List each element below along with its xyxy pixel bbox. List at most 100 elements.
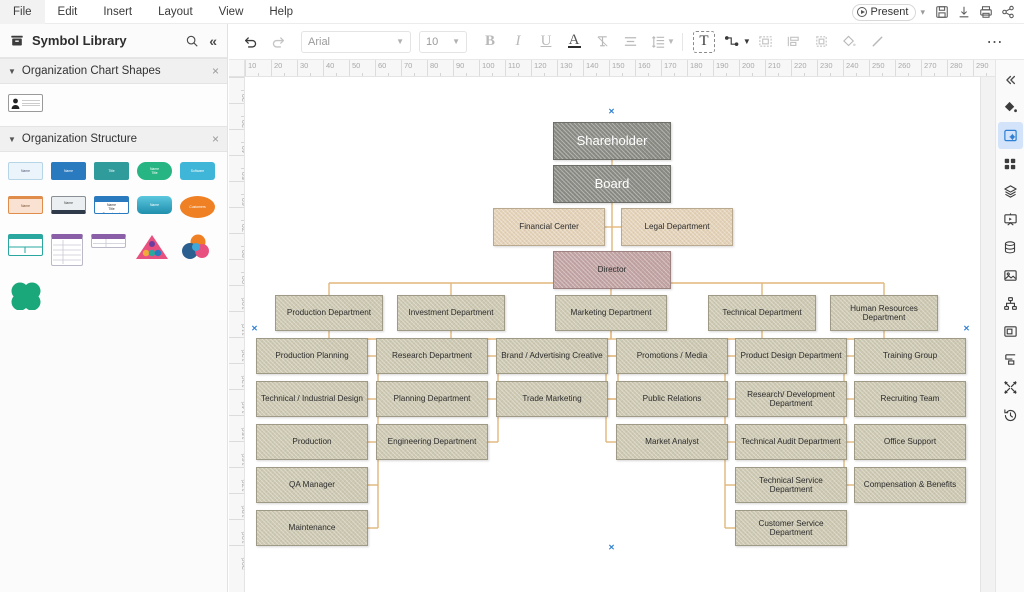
- group-icon[interactable]: [809, 29, 835, 55]
- chevron-down-icon[interactable]: ▼: [743, 37, 751, 46]
- text-box-button[interactable]: T: [692, 30, 715, 53]
- org-node-office_support[interactable]: Office Support: [854, 424, 966, 460]
- share-icon[interactable]: [998, 2, 1018, 22]
- shape-table-small[interactable]: [91, 234, 126, 248]
- org-node-technical_audit_department[interactable]: Technical Audit Department: [735, 424, 847, 460]
- redo-icon[interactable]: [265, 29, 291, 55]
- shape-settings-icon[interactable]: [997, 122, 1023, 149]
- fill-bucket-icon[interactable]: [837, 29, 863, 55]
- chevron-down-icon[interactable]: ▾: [920, 7, 925, 18]
- org-node-maintenance[interactable]: Maintenance: [256, 510, 368, 546]
- org-node-qa_manager[interactable]: QA Manager: [256, 467, 368, 503]
- org-node-financial_center[interactable]: Financial Center: [493, 208, 605, 246]
- org-node-public_relations[interactable]: Public Relations: [616, 381, 728, 417]
- horizontal-ruler[interactable]: 10 20 30 40 50 60 70 80 90 100 110 120 130 140 150 160 1…: [245, 60, 995, 77]
- shape-name-outline[interactable]: Name: [8, 162, 43, 180]
- align-icon[interactable]: [617, 29, 643, 55]
- menu-item-help[interactable]: Help: [256, 0, 306, 24]
- save-icon[interactable]: [932, 2, 952, 22]
- download-icon[interactable]: [954, 2, 974, 22]
- font-family-select[interactable]: Arial ▼: [301, 30, 411, 53]
- chevron-down-icon[interactable]: ▼: [667, 37, 675, 46]
- vertical-ruler[interactable]: 20 30 40 50 60 70 80 90 100 110 120 130 140 150 160 170…: [229, 77, 245, 592]
- section-header-org-chart-shapes[interactable]: ▼ Organization Chart Shapes ×: [0, 58, 227, 84]
- font-size-select[interactable]: 10 ▼: [419, 30, 467, 53]
- org-node-training_group[interactable]: Training Group: [854, 338, 966, 374]
- container-icon[interactable]: [998, 318, 1023, 345]
- org-node-technical_service_department[interactable]: Technical Service Department: [735, 467, 847, 503]
- history-icon[interactable]: [998, 402, 1023, 429]
- shape-table-purple[interactable]: [51, 234, 83, 266]
- section-header-org-structure[interactable]: ▼ Organization Structure ×: [0, 126, 227, 152]
- shape-title-teal[interactable]: Title: [94, 162, 129, 180]
- org-node-market_analyst[interactable]: Market Analyst: [616, 424, 728, 460]
- org-node-brand_advertising_creative[interactable]: Brand / Advertising Creative: [496, 338, 608, 374]
- font-color-button[interactable]: A: [561, 29, 587, 55]
- org-node-technical_industrial_design[interactable]: Technical / Industrial Design: [256, 381, 368, 417]
- org-node-shareholder[interactable]: Shareholder: [553, 122, 671, 160]
- selection-handle[interactable]: ✕: [251, 325, 258, 333]
- diagram-page[interactable]: Shareholder Board Financial Center Legal De…: [245, 77, 980, 592]
- shape-venn-circles[interactable]: [177, 234, 212, 260]
- org-node-production_department[interactable]: Production Department: [275, 295, 383, 331]
- org-node-recruiting_team[interactable]: Recruiting Team: [854, 381, 966, 417]
- collapse-left-icon[interactable]: «: [209, 33, 217, 49]
- org-node-engineering_department[interactable]: Engineering Department: [376, 424, 488, 460]
- grid-apps-icon[interactable]: [998, 150, 1023, 177]
- selection-handle[interactable]: ✕: [608, 108, 615, 116]
- org-node-legal_department[interactable]: Legal Department: [621, 208, 733, 246]
- clear-format-icon[interactable]: [589, 29, 615, 55]
- presentation-icon[interactable]: [998, 206, 1023, 233]
- distribute-icon[interactable]: [781, 29, 807, 55]
- image-icon[interactable]: [998, 262, 1023, 289]
- shape-table-teal[interactable]: [8, 234, 43, 256]
- fill-bucket-icon[interactable]: [998, 94, 1023, 121]
- org-node-compensation_benefits[interactable]: Compensation & Benefits: [854, 467, 966, 503]
- database-icon[interactable]: [998, 234, 1023, 261]
- underline-button[interactable]: U: [533, 29, 559, 55]
- org-node-trade_marketing[interactable]: Trade Marketing: [496, 381, 608, 417]
- org-node-production[interactable]: Production: [256, 424, 368, 460]
- shape-name-title-green[interactable]: Name Title: [137, 162, 172, 180]
- align-left-icon[interactable]: [998, 346, 1023, 373]
- line-style-icon[interactable]: [865, 29, 891, 55]
- shape-name-blue[interactable]: Name: [51, 162, 86, 180]
- position-icon[interactable]: [753, 29, 779, 55]
- shuffle-icon[interactable]: [998, 374, 1023, 401]
- collapse-right-icon[interactable]: [998, 66, 1023, 93]
- org-node-product_design_department[interactable]: Product Design Department: [735, 338, 847, 374]
- present-button[interactable]: Present: [851, 3, 917, 21]
- shape-software-cyan[interactable]: Software: [180, 162, 215, 180]
- canvas-scroll-area[interactable]: Shareholder Board Financial Center Legal De…: [245, 77, 995, 592]
- undo-icon[interactable]: [237, 29, 263, 55]
- menu-item-layout[interactable]: Layout: [145, 0, 206, 24]
- shape-name-gradient[interactable]: Name: [137, 196, 172, 214]
- close-icon[interactable]: ×: [212, 132, 219, 146]
- org-node-marketing_department[interactable]: Marketing Department: [555, 295, 667, 331]
- shape-quad-clover[interactable]: [8, 282, 43, 310]
- org-node-customer_service_department[interactable]: Customer Service Department: [735, 510, 847, 546]
- search-icon[interactable]: [185, 34, 199, 48]
- shape-ellipse-orange[interactable]: Customers: [180, 196, 215, 218]
- org-node-promotions_media[interactable]: Promotions / Media: [616, 338, 728, 374]
- org-node-board[interactable]: Board: [553, 165, 671, 203]
- shape-name-grayband[interactable]: Name: [51, 196, 86, 214]
- org-node-planning_department[interactable]: Planning Department: [376, 381, 488, 417]
- shape-name-title-dept[interactable]: Name Title Department: [94, 196, 129, 214]
- org-node-director[interactable]: Director: [553, 251, 671, 289]
- close-icon[interactable]: ×: [212, 64, 219, 78]
- print-icon[interactable]: [976, 2, 996, 22]
- org-node-investment_department[interactable]: Investment Department: [397, 295, 505, 331]
- more-options-icon[interactable]: ⋯: [982, 29, 1008, 55]
- org-node-research_department[interactable]: Research Department: [376, 338, 488, 374]
- org-node-hr_department[interactable]: Human Resources Department: [830, 295, 938, 331]
- org-node-technical_department[interactable]: Technical Department: [708, 295, 816, 331]
- shape-org-chart-photo-card[interactable]: [8, 94, 43, 112]
- layers-icon[interactable]: [998, 178, 1023, 205]
- menu-item-edit[interactable]: Edit: [45, 0, 91, 24]
- org-tree-icon[interactable]: [998, 290, 1023, 317]
- italic-button[interactable]: I: [505, 29, 531, 55]
- menu-item-insert[interactable]: Insert: [90, 0, 145, 24]
- org-node-research_development_department[interactable]: Research/ Development Department: [735, 381, 847, 417]
- shape-name-orange[interactable]: Name: [8, 196, 43, 214]
